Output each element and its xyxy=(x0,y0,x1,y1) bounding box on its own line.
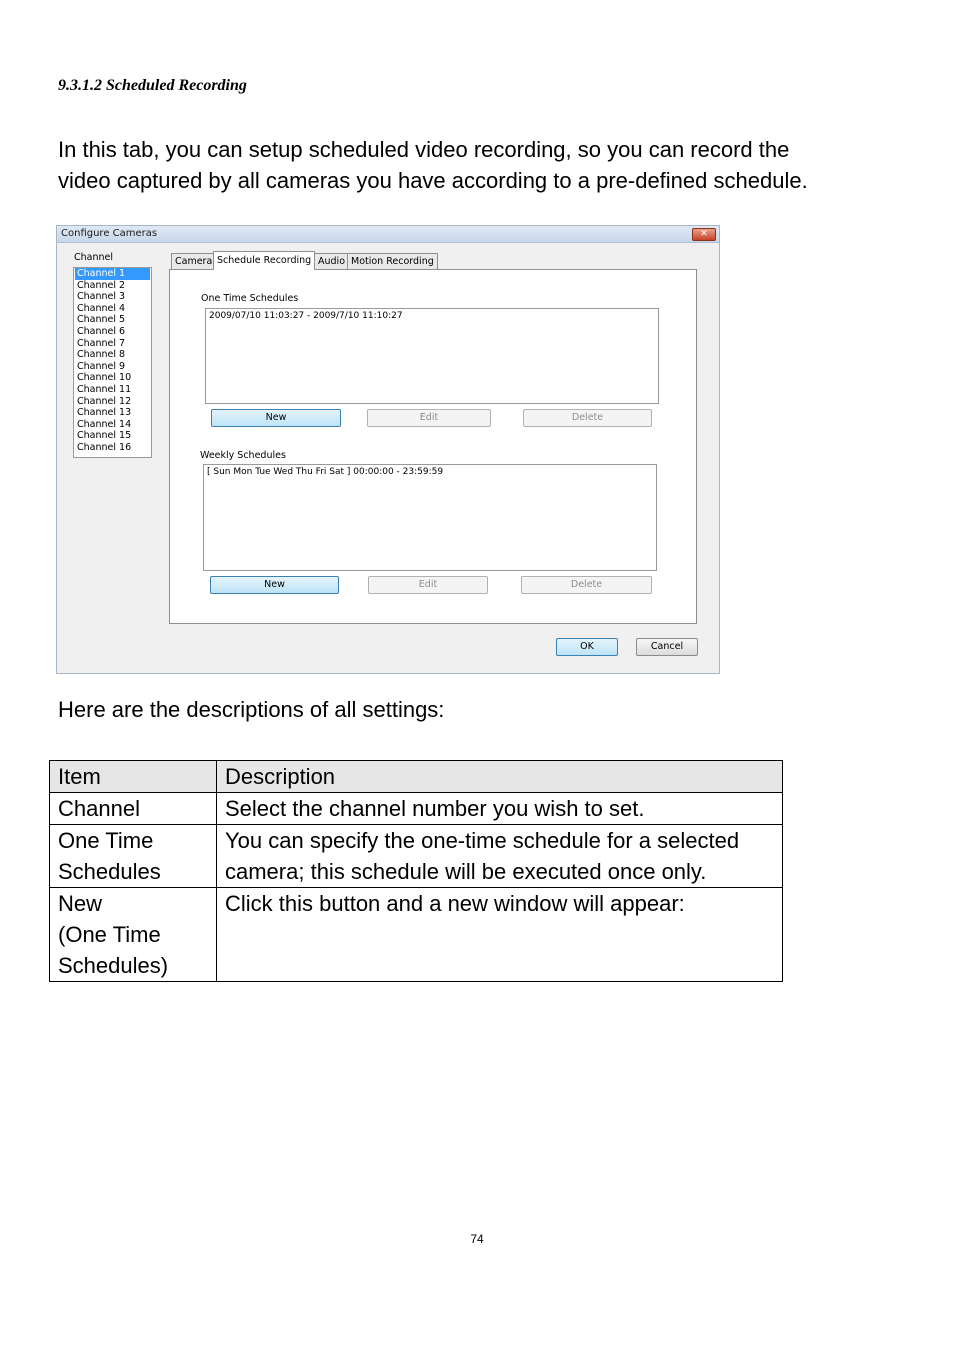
channel-list-item[interactable]: Channel 4 xyxy=(75,303,150,315)
intro-line-2: video captured by all cameras you have a… xyxy=(58,168,808,193)
descriptions-intro: Here are the descriptions of all setting… xyxy=(58,697,445,722)
weekly-schedules-label: Weekly Schedules xyxy=(200,450,286,461)
settings-table: Item Description Channel Select the chan… xyxy=(49,760,783,982)
one-time-delete-button[interactable]: Delete xyxy=(523,409,652,427)
row-item: Channel xyxy=(49,792,217,825)
channel-list-item[interactable]: Channel 10 xyxy=(75,372,150,384)
tab-audio[interactable]: Audio xyxy=(314,253,350,269)
weekly-schedules-list[interactable]: [ Sun Mon Tue Wed Thu Fri Sat ] 00:00:00… xyxy=(203,464,657,571)
weekly-new-button[interactable]: New xyxy=(210,576,339,594)
channel-list-item[interactable]: Channel 8 xyxy=(75,349,150,361)
header-item: Item xyxy=(49,760,217,793)
one-time-schedules-label: One Time Schedules xyxy=(201,293,299,304)
cancel-button[interactable]: Cancel xyxy=(636,638,698,656)
channel-list-item[interactable]: Channel 13 xyxy=(75,407,150,419)
row-description: Click this button and a new window will … xyxy=(216,887,783,982)
row-description: You can specify the one-time schedule fo… xyxy=(216,824,783,888)
channel-list-item[interactable]: Channel 5 xyxy=(75,314,150,326)
row-item: One Time Schedules xyxy=(49,824,217,888)
close-icon[interactable]: ✕ xyxy=(692,228,716,241)
ok-button[interactable]: OK xyxy=(556,638,618,656)
weekly-edit-button[interactable]: Edit xyxy=(368,576,488,594)
one-time-schedules-list[interactable]: 2009/07/10 11:03:27 - 2009/7/10 11:10:27 xyxy=(205,308,659,404)
one-time-edit-button[interactable]: Edit xyxy=(367,409,491,427)
channel-list[interactable]: Channel 1 Channel 2 Channel 3 Channel 4 Chan… xyxy=(73,267,152,458)
section-heading: 9.3.1.2 Scheduled Recording xyxy=(58,77,247,94)
configure-cameras-dialog: Configure Cameras ✕ Channel Channel 1 Cha… xyxy=(56,225,720,674)
dialog-titlebar: Configure Cameras ✕ xyxy=(57,226,719,243)
table-row: New (One Time Schedules) Click this butt… xyxy=(49,887,783,982)
channel-list-item[interactable]: Channel 9 xyxy=(75,361,150,373)
one-time-new-button[interactable]: New xyxy=(211,409,341,427)
channel-list-item[interactable]: Channel 15 xyxy=(75,430,150,442)
table-row: One Time Schedules You can specify the o… xyxy=(49,824,783,888)
channel-list-item[interactable]: Channel 16 xyxy=(75,442,150,454)
channel-label: Channel xyxy=(74,252,114,263)
header-description: Description xyxy=(216,760,783,793)
table-row: Channel Select the channel number you wi… xyxy=(49,792,783,825)
channel-list-item[interactable]: Channel 3 xyxy=(75,291,150,303)
channel-list-item[interactable]: Channel 14 xyxy=(75,419,150,431)
channel-list-item[interactable]: Channel 1 xyxy=(75,268,150,280)
row-item: New (One Time Schedules) xyxy=(49,887,217,982)
page-number: 74 xyxy=(470,1232,484,1246)
channel-list-item[interactable]: Channel 11 xyxy=(75,384,150,396)
intro-line-1: In this tab, you can setup scheduled vid… xyxy=(58,137,790,162)
dialog-title: Configure Cameras xyxy=(61,228,158,239)
channel-list-item[interactable]: Channel 12 xyxy=(75,396,150,408)
intro-paragraph: In this tab, you can setup scheduled vid… xyxy=(58,134,878,196)
tab-schedule-recording[interactable]: Schedule Recording xyxy=(213,251,316,270)
channel-list-item[interactable]: Channel 7 xyxy=(75,338,150,350)
table-header-row: Item Description xyxy=(49,760,783,793)
row-description: Select the channel number you wish to se… xyxy=(216,792,783,825)
weekly-schedule-entry[interactable]: [ Sun Mon Tue Wed Thu Fri Sat ] 00:00:00… xyxy=(207,467,653,477)
channel-list-item[interactable]: Channel 2 xyxy=(75,280,150,292)
weekly-delete-button[interactable]: Delete xyxy=(521,576,652,594)
schedule-recording-panel: One Time Schedules 2009/07/10 11:03:27 -… xyxy=(169,269,697,624)
one-time-schedule-entry[interactable]: 2009/07/10 11:03:27 - 2009/7/10 11:10:27 xyxy=(209,311,655,321)
tab-motion-recording[interactable]: Motion Recording xyxy=(347,253,438,269)
channel-list-item[interactable]: Channel 6 xyxy=(75,326,150,338)
tab-camera[interactable]: Camera xyxy=(171,253,217,269)
